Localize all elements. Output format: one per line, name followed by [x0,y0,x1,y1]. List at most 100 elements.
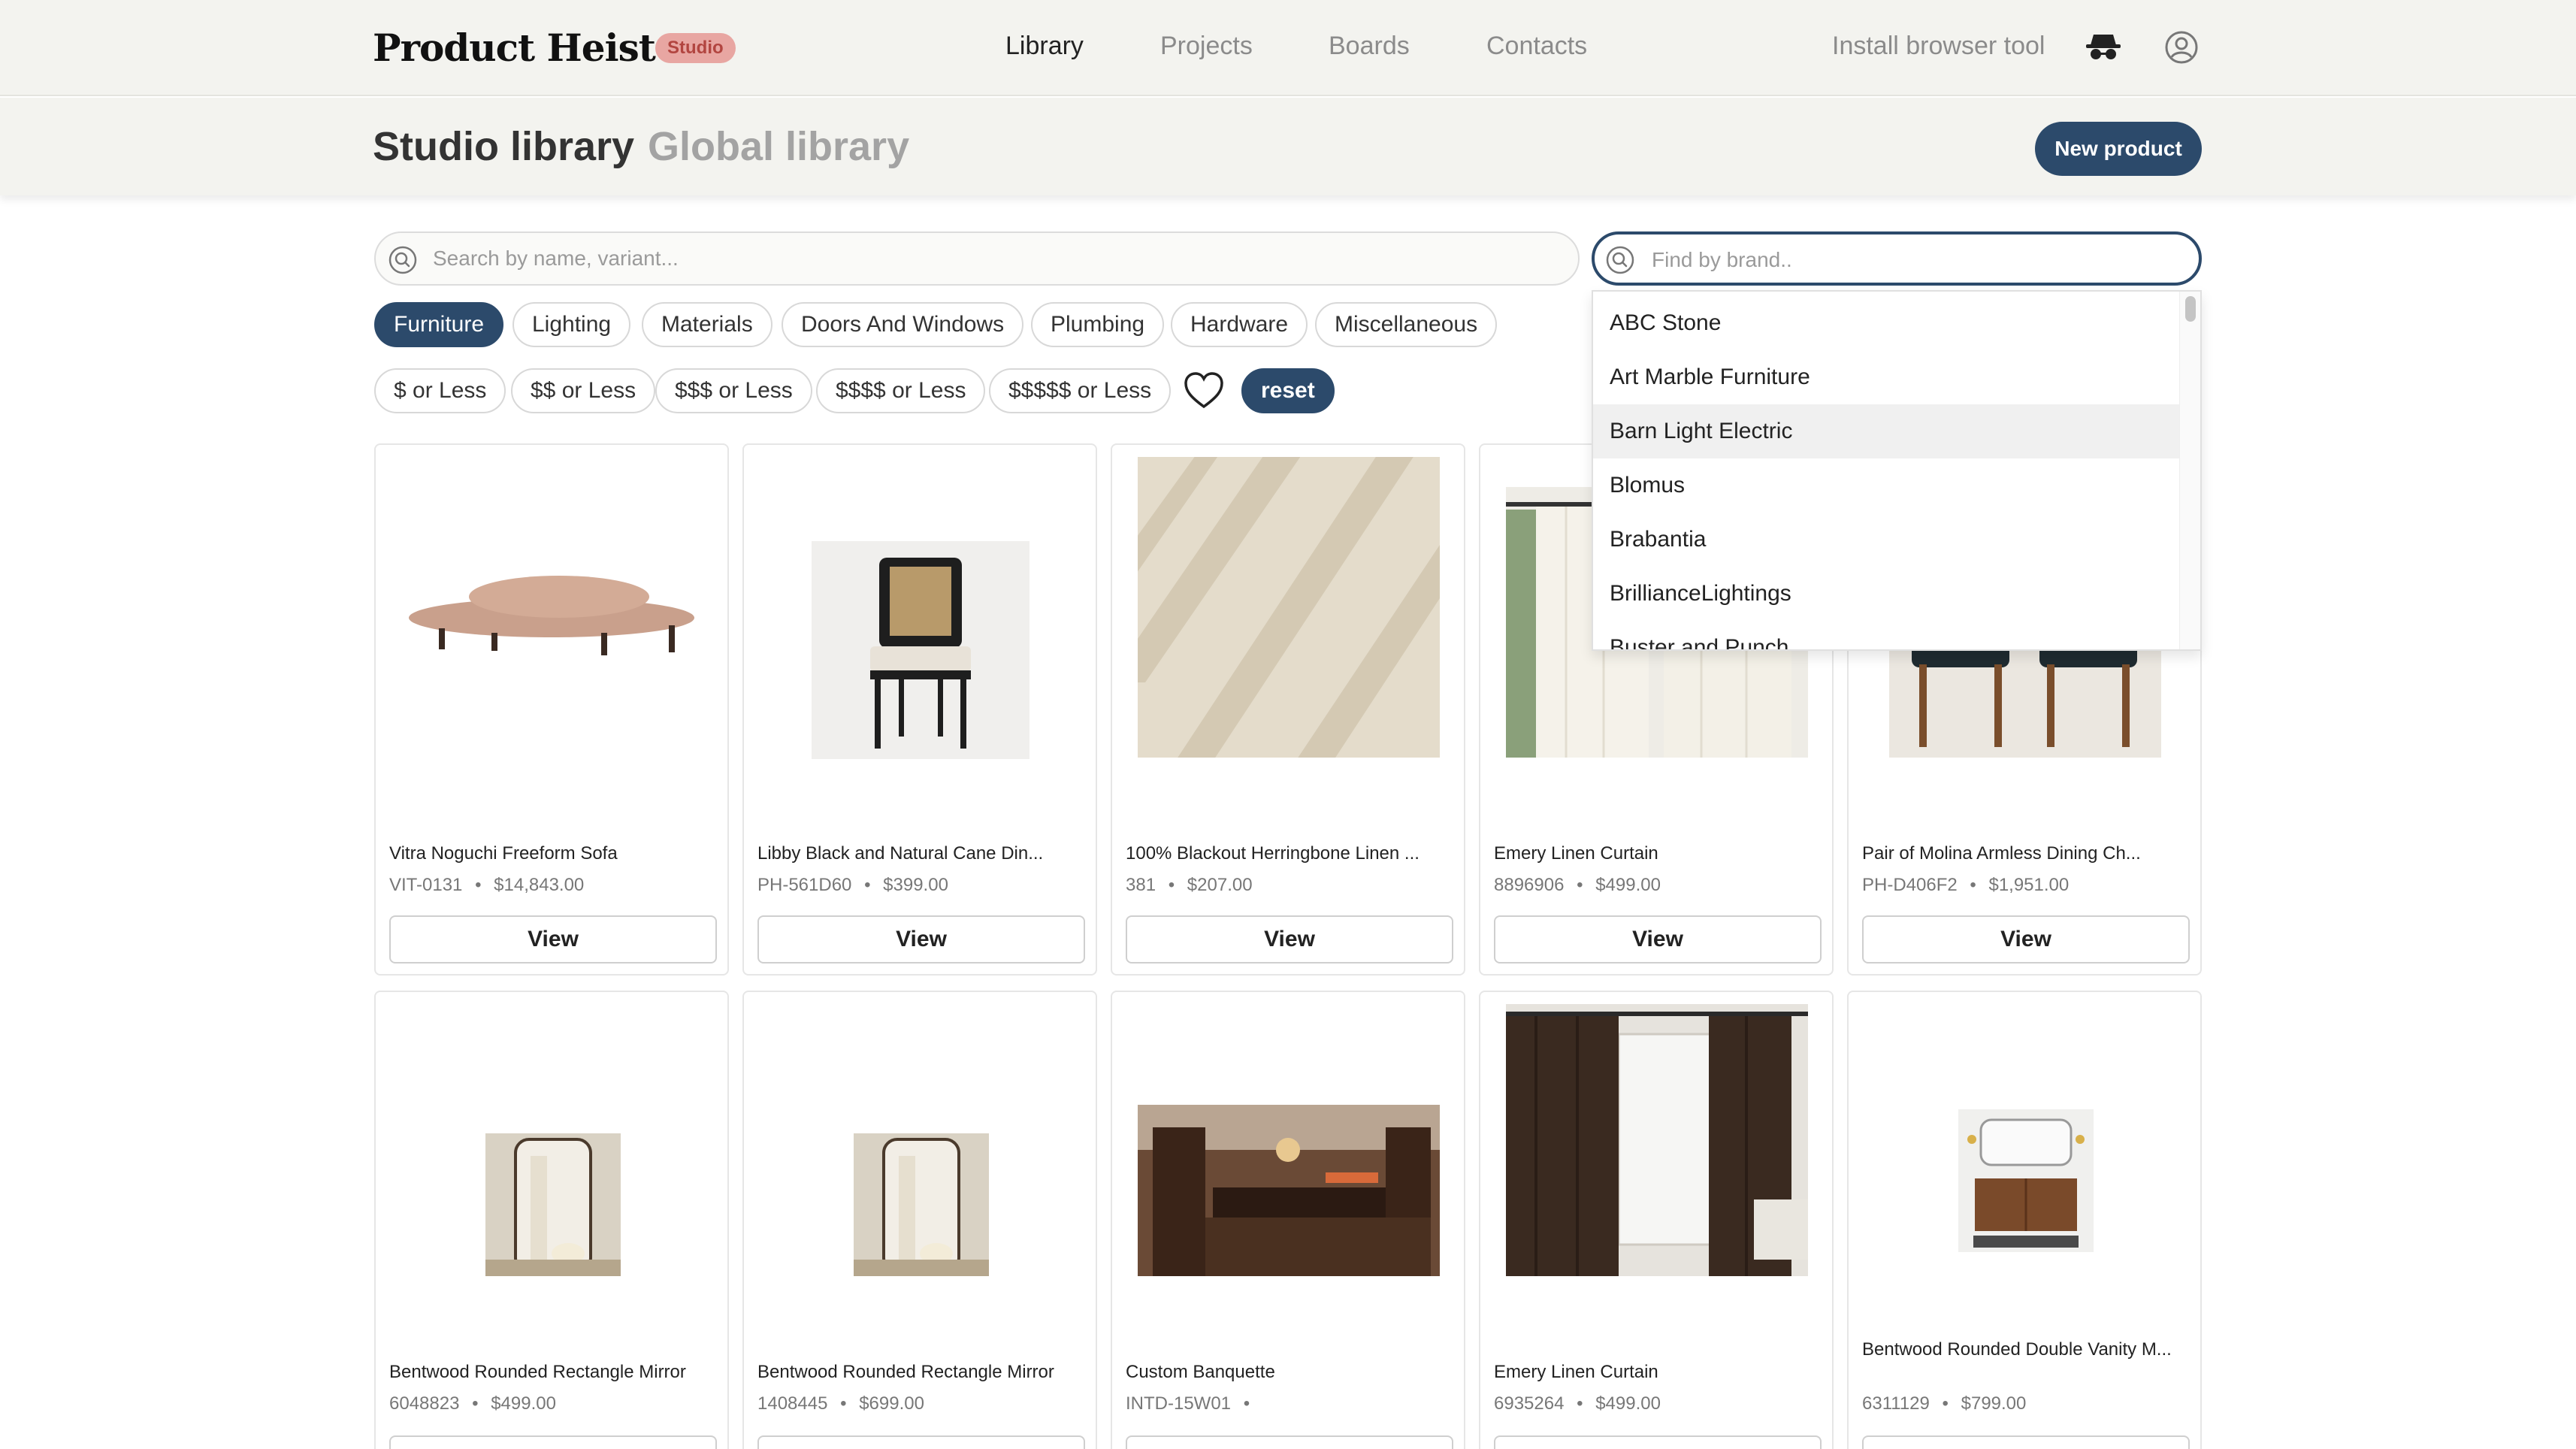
dropdown-scrollbar[interactable] [2179,292,2200,649]
brand-option[interactable]: Buster and Punch [1593,621,2179,649]
dropdown-scroll-thumb[interactable] [2185,296,2196,322]
product-image[interactable] [376,992,727,1315]
product-sku: 1408445 [757,1393,828,1414]
view-product-button[interactable]: View [1862,915,2190,963]
product-title: Bentwood Rounded Rectangle Mirror [757,1362,1054,1382]
nav-library[interactable]: Library [1005,32,1084,61]
product-card: 100% Blackout Herringbone Linen ... 381 … [1111,443,1465,976]
product-sku: 6311129 [1862,1393,1930,1414]
product-card: Emery Linen Curtain 6935264 • $499.00 Vi… [1479,991,1834,1449]
product-image[interactable] [1849,992,2200,1315]
product-sku: INTD-15W01 [1126,1393,1232,1414]
product-image[interactable] [1112,992,1464,1315]
install-browser-tool-link[interactable]: Install browser tool [1832,32,2045,61]
rectangle-mirror-image [485,1133,621,1276]
brand-option[interactable]: Art Marble Furniture [1593,350,2179,404]
price-filter-3[interactable]: $$$ or Less [655,368,812,413]
linen-fabric-image [1138,457,1440,758]
price-filter-1[interactable]: $ or Less [374,368,506,413]
product-meta: 8896906 • $499.00 [1494,875,1661,896]
nav-projects[interactable]: Projects [1160,32,1253,61]
tab-studio-library[interactable]: Studio library [373,123,634,170]
product-sku: PH-561D60 [757,875,852,895]
product-price: $399.00 [883,875,948,895]
vanity-mirror-image [1958,1109,2094,1252]
search-input[interactable] [433,240,1395,277]
product-sku: 6935264 [1494,1393,1565,1414]
spy-icon[interactable] [2085,30,2122,63]
category-miscellaneous[interactable]: Miscellaneous [1315,302,1498,347]
view-product-button[interactable]: View [757,1435,1085,1449]
category-furniture[interactable]: Furniture [374,302,504,347]
product-image[interactable] [376,445,727,768]
view-product-button[interactable]: View [1494,915,1822,963]
product-title: Bentwood Rounded Rectangle Mirror [389,1362,686,1382]
product-meta: 1408445 • $699.00 [757,1393,924,1414]
product-image[interactable] [744,992,1096,1315]
view-product-button[interactable]: View [389,1435,717,1449]
view-product-button[interactable]: View [1862,1435,2190,1449]
brand-option[interactable]: Brabantia [1593,513,2179,567]
reset-filters-button[interactable]: reset [1241,368,1335,413]
product-image[interactable] [744,445,1096,768]
product-search [374,231,1580,286]
product-image[interactable] [1112,445,1464,768]
product-meta: 6935264 • $499.00 [1494,1393,1661,1414]
product-sku: 381 [1126,875,1156,895]
view-product-button[interactable]: View [1126,1435,1453,1449]
product-price: $499.00 [1595,875,1661,895]
nav-contacts[interactable]: Contacts [1486,32,1587,61]
separator-dot: • [1577,875,1583,895]
studio-badge: Studio [655,33,736,63]
nav-boards[interactable]: Boards [1329,32,1410,61]
brand-dropdown: ABC Stone Art Marble Furniture Barn Ligh… [1592,290,2202,651]
view-product-button[interactable]: View [757,915,1085,963]
app-logo[interactable]: Product Heist [373,26,656,70]
brand-option[interactable]: ABC Stone [1593,296,2179,350]
brand-option[interactable]: Blomus [1593,458,2179,513]
product-card: Bentwood Rounded Rectangle Mirror 604882… [374,991,729,1449]
category-hardware[interactable]: Hardware [1171,302,1308,347]
category-lighting[interactable]: Lighting [512,302,631,347]
price-filter-2[interactable]: $$ or Less [511,368,656,413]
new-product-button[interactable]: New product [2035,122,2202,176]
separator-dot: • [1168,875,1175,895]
price-filter-5[interactable]: $$$$$ or Less [989,368,1172,413]
dining-chair-image [812,541,1029,759]
product-image[interactable] [1480,992,1832,1315]
separator-dot: • [864,875,871,895]
product-card: Vitra Noguchi Freeform Sofa VIT-0131 • $… [374,443,729,976]
category-plumbing[interactable]: Plumbing [1031,302,1165,347]
product-price: $499.00 [1595,1393,1661,1414]
brand-search [1592,231,2202,286]
search-icon [1606,246,1634,274]
product-title: Bentwood Rounded Double Vanity M... [1862,1339,2172,1360]
rectangle-mirror-image [854,1133,989,1276]
view-product-button[interactable]: View [1126,915,1453,963]
category-materials[interactable]: Materials [642,302,772,347]
separator-dot: • [840,1393,847,1414]
view-product-button[interactable]: View [1494,1435,1822,1449]
product-meta: 381 • $207.00 [1126,875,1253,896]
favorite-heart-icon[interactable] [1183,371,1225,410]
view-product-button[interactable]: View [389,915,717,963]
brand-option[interactable]: Barn Light Electric [1593,404,2179,458]
product-sku: 6048823 [389,1393,460,1414]
dark-curtain-image [1506,1004,1808,1276]
product-title: Custom Banquette [1126,1362,1275,1382]
product-title: Emery Linen Curtain [1494,1362,1658,1382]
brand-search-input[interactable] [1652,242,2136,278]
product-meta: PH-D406F2 • $1,951.00 [1862,875,2069,896]
category-doors-and-windows[interactable]: Doors And Windows [782,302,1024,347]
brand-option[interactable]: BrillianceLightings [1593,567,2179,621]
price-filter-4[interactable]: $$$$ or Less [816,368,986,413]
product-meta: PH-561D60 • $399.00 [757,875,948,896]
product-title: 100% Blackout Herringbone Linen ... [1126,843,1420,864]
user-account-icon[interactable] [2164,30,2199,65]
sofa-image [409,576,694,655]
product-meta: VIT-0131 • $14,843.00 [389,875,584,896]
tab-global-library[interactable]: Global library [648,123,909,170]
product-price: $799.00 [1961,1393,2027,1414]
separator-dot: • [472,1393,479,1414]
product-sku: PH-D406F2 [1862,875,1958,895]
